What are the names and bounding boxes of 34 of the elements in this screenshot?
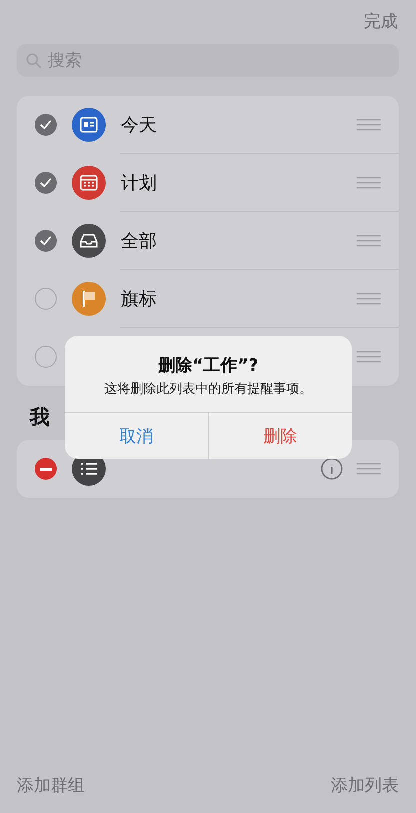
drag-handle-icon[interactable]: [357, 119, 381, 131]
calendar-icon: [80, 175, 98, 191]
checkbox[interactable]: [35, 346, 57, 368]
checkbox[interactable]: [35, 114, 57, 136]
add-group-button[interactable]: 添加群组: [17, 774, 85, 797]
list-name[interactable]: 计划: [121, 171, 357, 195]
tray-icon: [80, 234, 98, 248]
drag-handle-icon[interactable]: [357, 351, 381, 363]
add-list-button[interactable]: 添加列表: [331, 774, 399, 797]
calendar-card-icon: [80, 117, 98, 133]
flag-icon: [82, 290, 96, 308]
list-name[interactable]: 今天: [121, 113, 357, 137]
info-icon[interactable]: [321, 458, 343, 480]
delete-button[interactable]: 删除: [208, 413, 352, 459]
drag-handle-icon[interactable]: [357, 293, 381, 305]
checkmark-icon: [40, 178, 52, 188]
list-icon: [80, 462, 98, 476]
checkbox[interactable]: [35, 230, 57, 252]
done-button[interactable]: 完成: [364, 6, 398, 36]
checkbox[interactable]: [35, 288, 57, 310]
cancel-button[interactable]: 取消: [65, 413, 208, 459]
section-title: 我: [30, 404, 51, 430]
drag-handle-icon[interactable]: [357, 235, 381, 247]
alert-message: 这将删除此列表中的所有提醒事项。: [104, 381, 312, 398]
alert-title: 删除“工作”?: [158, 355, 259, 377]
delete-icon[interactable]: [35, 458, 57, 480]
drag-handle-icon[interactable]: [357, 177, 381, 189]
checkmark-icon: [40, 236, 52, 246]
checkmark-icon: [40, 120, 52, 130]
drag-handle-icon[interactable]: [357, 463, 381, 475]
list-name[interactable]: 旗标: [121, 287, 357, 311]
list-name[interactable]: 全部: [121, 229, 357, 253]
search-icon: [26, 53, 42, 69]
checkbox[interactable]: [35, 172, 57, 194]
